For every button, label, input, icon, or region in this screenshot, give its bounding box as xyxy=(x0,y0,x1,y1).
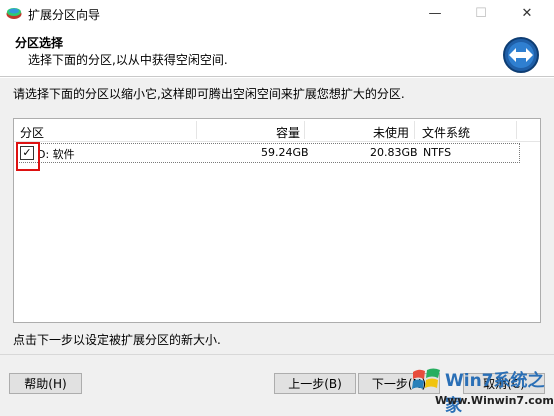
close-button[interactable]: ✕ xyxy=(504,0,550,27)
back-button[interactable]: 上一步(B) xyxy=(274,373,356,394)
checkbox-highlight-box xyxy=(16,142,40,171)
header-subtitle: 选择下面的分区,以从中获得空闲空间. xyxy=(28,53,228,67)
footer-divider xyxy=(0,354,554,355)
column-header-unused[interactable]: 未使用 xyxy=(373,124,409,141)
footer-hint: 点击下一步以设定被扩展分区的新大小. xyxy=(13,333,221,347)
column-header-partition[interactable]: 分区 xyxy=(20,124,44,141)
column-divider xyxy=(516,121,517,139)
partition-name: D: 软件 xyxy=(37,148,75,161)
wizard-header: 分区选择 选择下面的分区,以从中获得空闲空间. xyxy=(0,27,554,77)
maximize-button: ☐ xyxy=(475,6,487,21)
instruction-text: 请选择下面的分区以缩小它,这样即可腾出空闲空间来扩展您想扩大的分区. xyxy=(13,87,405,101)
watermark-brand: Win7系统之家 xyxy=(445,371,545,416)
table-row[interactable]: ✓ D: 软件 59.24GB 20.83GB NTFS xyxy=(16,143,520,163)
watermark: Win7系统之家 Www.Winwin7.com xyxy=(405,362,554,416)
title-bar: 扩展分区向导 — ☐ ✕ xyxy=(0,0,554,27)
watermark-url: Www.Winwin7.com xyxy=(435,394,554,407)
window-title: 扩展分区向导 xyxy=(28,8,101,22)
windows-logo-icon xyxy=(412,368,440,389)
app-logo-icon xyxy=(6,8,22,19)
header-divider xyxy=(0,77,554,78)
column-divider xyxy=(304,121,305,139)
partition-list[interactable]: 分区 容量 未使用 文件系统 ✓ D: 软件 59.24GB 20.83GB N… xyxy=(13,118,541,323)
partition-filesystem: NTFS xyxy=(423,146,452,159)
partition-unused: 20.83GB xyxy=(370,146,418,159)
column-divider xyxy=(414,121,415,139)
list-header: 分区 容量 未使用 文件系统 xyxy=(14,119,540,142)
column-divider xyxy=(196,121,197,139)
resize-arrows-icon xyxy=(503,37,539,73)
header-title: 分区选择 xyxy=(15,36,64,50)
column-header-filesystem[interactable]: 文件系统 xyxy=(422,124,470,141)
partition-capacity: 59.24GB xyxy=(261,146,309,159)
minimize-button[interactable]: — xyxy=(412,0,458,27)
help-button[interactable]: 帮助(H) xyxy=(9,373,82,394)
column-header-capacity[interactable]: 容量 xyxy=(276,124,300,141)
